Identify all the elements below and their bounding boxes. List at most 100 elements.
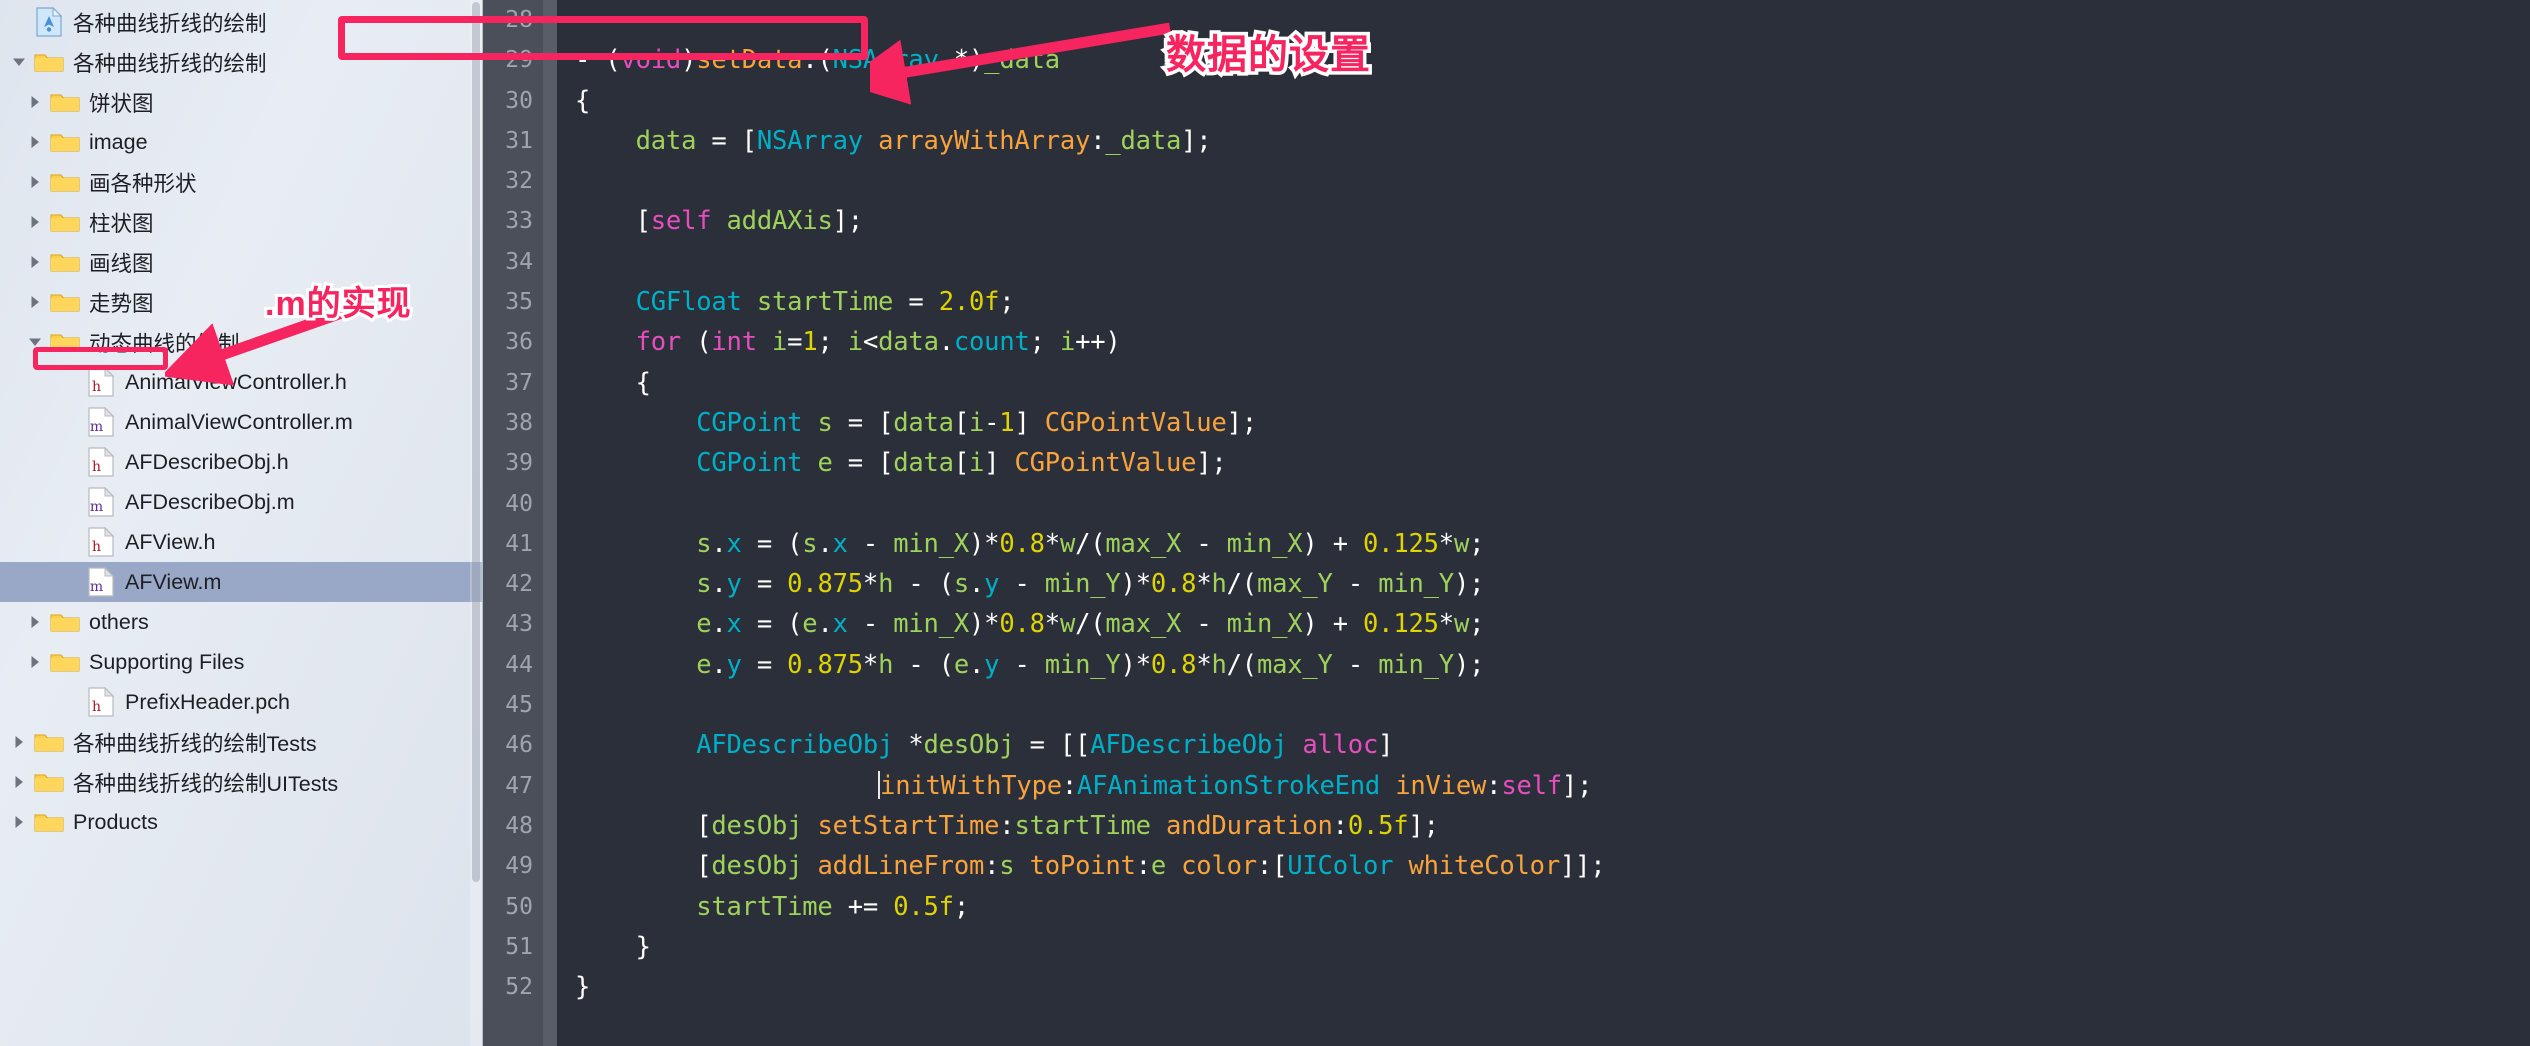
code-line[interactable]: s.x = (s.x - min_X)*0.8*w/(max_X - min_X… (575, 524, 2530, 564)
disclosure-triangle-open-icon (13, 58, 25, 66)
folder-icon (48, 170, 82, 194)
disclosure-triangle-closed-icon[interactable] (22, 254, 48, 270)
navigator-row-label: AnimalViewController.h (125, 369, 347, 394)
project-navigator[interactable]: 各种曲线折线的绘制 各种曲线折线的绘制饼状图 image 画各种形状 柱状图 画线图 走势图… (0, 0, 483, 1046)
line-number: 43 (505, 611, 533, 638)
folder-icon (48, 210, 82, 234)
navigator-row-label: PrefixHeader.pch (125, 689, 290, 714)
source-file-icon: m (84, 407, 118, 437)
code-line[interactable] (575, 0, 2530, 40)
disclosure-triangle-closed-icon (15, 736, 23, 748)
disclosure-triangle-closed-icon[interactable] (22, 214, 48, 230)
disclosure-triangle-open-icon[interactable] (22, 334, 48, 350)
sidebar-scrollbar-thumb[interactable] (472, 2, 480, 882)
code-line[interactable]: [desObj addLineFrom:s toPoint:e color:[U… (575, 846, 2530, 886)
code-line[interactable]: e.x = (e.x - min_X)*0.8*w/(max_X - min_X… (575, 604, 2530, 644)
code-line[interactable] (575, 242, 2530, 282)
code-line[interactable]: { (575, 81, 2530, 121)
code-line[interactable]: startTime += 0.5f; (575, 887, 2530, 927)
navigator-row[interactable]: h AnimalViewController.h (0, 362, 482, 402)
folder-icon (32, 770, 66, 794)
disclosure-triangle-closed-icon (31, 616, 39, 628)
line-number: 30 (505, 87, 533, 114)
folder-icon (34, 54, 64, 72)
navigator-row[interactable]: image (0, 122, 482, 162)
source-code-area[interactable]: - (void)setData:(NSArray *)_data{ data =… (557, 0, 2530, 1046)
navigator-row[interactable]: 各种曲线折线的绘制Tests (0, 722, 482, 762)
line-number: 50 (505, 893, 533, 920)
navigator-row[interactable]: Products (0, 802, 482, 842)
folder-icon (50, 334, 80, 352)
line-number: 33 (505, 208, 533, 235)
disclosure-triangle-closed-icon[interactable] (6, 734, 32, 750)
navigator-row[interactable]: 柱状图 (0, 202, 482, 242)
code-line[interactable]: { (575, 363, 2530, 403)
code-line[interactable]: for (int i=1; i<data.count; i++) (575, 322, 2530, 362)
disclosure-triangle-closed-icon[interactable] (6, 774, 32, 790)
navigator-row-selected[interactable]: m AFView.m (0, 562, 482, 602)
navigator-row-label: 各种曲线折线的绘制UITests (73, 771, 339, 796)
disclosure-triangle-closed-icon[interactable] (22, 294, 48, 310)
code-editor[interactable]: 28 29 30 31 32 33 34 35 36 37 38 39 40 41 42 43 44 45 46 47… (483, 0, 2530, 1046)
navigator-row[interactable]: 各种曲线折线的绘制 (0, 42, 482, 82)
navigator-row[interactable]: 走势图 (0, 282, 482, 322)
navigator-row[interactable]: 画线图 (0, 242, 482, 282)
disclosure-triangle-closed-icon (15, 816, 23, 828)
code-line[interactable] (575, 685, 2530, 725)
disclosure-triangle-closed-icon (15, 776, 23, 788)
code-line[interactable]: CGPoint e = [data[i] CGPointValue]; (575, 443, 2530, 483)
disclosure-triangle-closed-icon (31, 656, 39, 668)
line-number: 34 (505, 248, 533, 275)
disclosure-triangle-closed-icon[interactable] (6, 814, 32, 830)
navigator-row[interactable]: m AnimalViewController.m (0, 402, 482, 442)
code-line[interactable]: } (575, 967, 2530, 1007)
navigator-row[interactable]: m AFDescribeObj.m (0, 482, 482, 522)
code-line[interactable]: CGFloat startTime = 2.0f; (575, 282, 2530, 322)
code-line[interactable]: initWithType:AFAnimationStrokeEnd inView… (575, 766, 2530, 806)
header-file-icon: h (84, 687, 118, 717)
source-file-icon: m (84, 487, 118, 517)
header-file-icon: h (88, 367, 114, 397)
disclosure-triangle-closed-icon[interactable] (22, 654, 48, 670)
navigator-row[interactable]: h AFView.h (0, 522, 482, 562)
disclosure-triangle-closed-icon[interactable] (22, 174, 48, 190)
code-line[interactable]: } (575, 927, 2530, 967)
disclosure-triangle-closed-icon (31, 176, 39, 188)
navigator-row[interactable]: h AFDescribeObj.h (0, 442, 482, 482)
disclosure-triangle-closed-icon[interactable] (22, 134, 48, 150)
navigator-row[interactable]: Supporting Files (0, 642, 482, 682)
code-line[interactable]: e.y = 0.875*h - (e.y - min_Y)*0.8*h/(max… (575, 645, 2530, 685)
line-number: 37 (505, 369, 533, 396)
navigator-row[interactable]: 各种曲线折线的绘制 (0, 2, 482, 42)
code-line[interactable] (575, 161, 2530, 201)
line-number: 42 (505, 571, 533, 598)
code-line[interactable]: [self addAXis]; (575, 201, 2530, 241)
disclosure-triangle-closed-icon[interactable] (22, 614, 48, 630)
svg-text:h: h (92, 699, 101, 715)
code-line[interactable]: AFDescribeObj *desObj = [[AFDescribeObj … (575, 725, 2530, 765)
navigator-row[interactable]: 动态曲线的绘制 (0, 322, 482, 362)
navigator-row[interactable]: others (0, 602, 482, 642)
header-file-icon: h (88, 687, 114, 717)
code-line[interactable]: data = [NSArray arrayWithArray:_data]; (575, 121, 2530, 161)
sidebar-scrollbar[interactable] (470, 0, 482, 1046)
navigator-row-label: 各种曲线折线的绘制Tests (73, 731, 317, 756)
code-line[interactable]: [desObj setStartTime:startTime andDurati… (575, 806, 2530, 846)
code-line[interactable]: - (void)setData:(NSArray *)_data (575, 40, 2530, 80)
disclosure-triangle-closed-icon[interactable] (22, 94, 48, 110)
code-line[interactable]: CGPoint s = [data[i-1] CGPointValue]; (575, 403, 2530, 443)
navigator-row-label: 饼状图 (89, 91, 154, 116)
disclosure-triangle-open-icon[interactable] (6, 54, 32, 70)
folder-icon (50, 654, 80, 672)
code-fold-ribbon[interactable] (543, 0, 557, 1046)
folder-icon (34, 814, 64, 832)
navigator-row[interactable]: 各种曲线折线的绘制UITests (0, 762, 482, 802)
code-line[interactable]: s.y = 0.875*h - (s.y - min_Y)*0.8*h/(max… (575, 564, 2530, 604)
navigator-row[interactable]: 饼状图 (0, 82, 482, 122)
navigator-row[interactable]: 画各种形状 (0, 162, 482, 202)
folder-icon (32, 810, 66, 834)
xcode-project-icon (36, 7, 62, 37)
navigator-row-label: image (89, 129, 148, 154)
navigator-row[interactable]: h PrefixHeader.pch (0, 682, 482, 722)
code-line[interactable] (575, 484, 2530, 524)
